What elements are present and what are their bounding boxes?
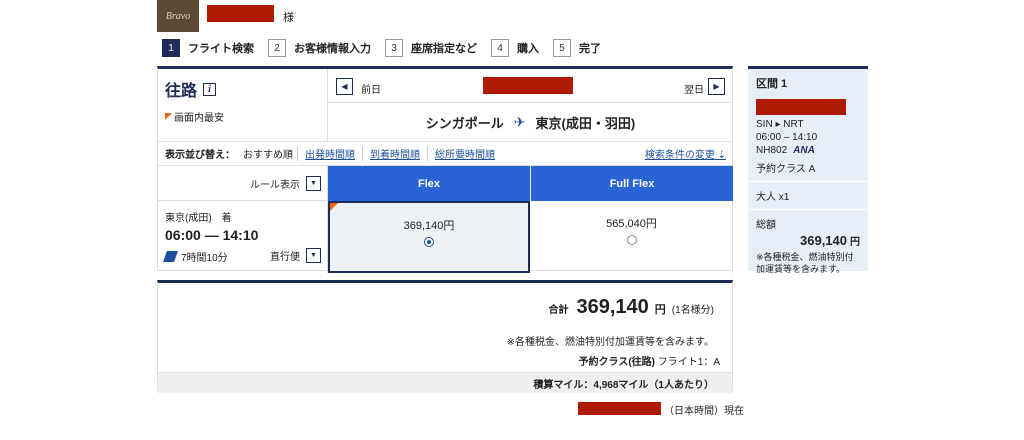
flight-number: NH802: [756, 145, 788, 156]
step-flight-search: 1 フライト検索: [162, 39, 254, 57]
timestamp-suffix: （日本時間）現在: [664, 406, 744, 417]
direct-flight-label: 直行便: [270, 252, 300, 263]
step-number: 1: [162, 39, 180, 57]
total-panel: 合計 369,140 円 (1名様分) ※各種税金、燃油特別付加運賃等を含みます…: [157, 280, 733, 393]
booking-class-label: 予約クラス(往路): [578, 357, 655, 368]
accrued-miles: 積算マイル：4,968マイル（1人あたり）: [158, 372, 732, 393]
next-day-button[interactable]: ▶: [708, 78, 725, 95]
cheapest-legend: 画面内最安: [165, 109, 224, 124]
tax-note: ※各種税金、燃油特別付加運賃等を含みます。: [506, 337, 714, 348]
fare-price-full-flex: 565,040円: [606, 218, 657, 230]
direct-flight: 直行便 ▼: [270, 248, 321, 263]
step-label: 完了: [579, 43, 601, 55]
redacted-segment-date: [756, 99, 846, 115]
total-currency: 円: [654, 304, 666, 316]
info-icon[interactable]: i: [203, 82, 217, 96]
direction-title: 往路 i: [165, 77, 217, 101]
airline-logo: ANA: [793, 145, 815, 156]
cheapest-marker-icon: [165, 113, 172, 120]
step-label: 購入: [517, 43, 539, 55]
sort-departure-time[interactable]: 出発時間順: [297, 146, 362, 161]
step-passenger-info: 2 お客様情報入力: [268, 39, 371, 57]
sort-total-duration[interactable]: 総所要時間順: [427, 146, 502, 161]
sort-bar: 表示並び替え： おすすめ順 出発時間順 到着時間順 総所要時間順 検索条件の変更…: [158, 141, 733, 166]
segment-flight: NH802 ANA: [756, 145, 860, 156]
direction-title-text: 往路: [165, 83, 198, 100]
sort-current: おすすめ順: [243, 150, 293, 161]
rule-display-label: ルール表示: [250, 179, 300, 191]
booking-class-value: フライト1：A: [657, 357, 720, 368]
sum-label: 総額: [756, 220, 776, 231]
brand-logo: Bravo: [157, 0, 199, 32]
price-summary: 総額 369,140 円 ※各種税金、燃油特別付加運賃等を含みます。: [748, 210, 868, 281]
sort-label: 表示並び替え：: [165, 150, 235, 161]
progress-steps: 1 フライト検索 2 お客様情報入力 3 座席指定など 4 購入 5 完了: [162, 38, 615, 58]
fare-option-flex[interactable]: 369,140円: [328, 201, 530, 273]
arrival-airport: 東京(成田) 着: [165, 213, 232, 224]
booking-class-line: 予約クラス(往路) フライト1：A: [579, 353, 720, 368]
segment-times: 06:00 – 14:10: [756, 132, 818, 143]
flight-times: 06:00 — 14:10: [165, 227, 259, 243]
date-nav: ◀ 前日 翌日 ▶: [328, 69, 733, 103]
step-purchase: 4 購入: [491, 39, 539, 57]
fare-header-full-flex: Full Flex: [531, 166, 733, 201]
change-search-conditions-link[interactable]: 検索条件の変更 ⇣: [645, 146, 726, 161]
segment-booking-class: 予約クラス A: [756, 164, 816, 175]
route-heading: シンガポール ✈ 東京(成田・羽田): [328, 103, 733, 141]
direction-title-block: 往路 i 画面内最安: [158, 69, 328, 141]
passenger-summary: 大人 x1: [748, 182, 868, 210]
destination-city: 東京(成田・羽田): [535, 115, 636, 131]
step-label: 座席指定など: [411, 43, 477, 55]
redacted-user-name: [207, 5, 274, 22]
duration-text: 7時間10分: [181, 253, 228, 264]
total-line: 合計 369,140 円 (1名様分): [548, 296, 714, 319]
total-per-person: (1名様分): [671, 305, 714, 316]
step-label: お客様情報入力: [294, 43, 371, 55]
step-number: 3: [385, 39, 403, 57]
step-number: 5: [553, 39, 571, 57]
fare-price-flex: 369,140円: [403, 220, 455, 232]
flight-info-cell: 東京(成田) 着 06:00 — 14:10 7時間10分 直行便 ▼: [158, 201, 328, 273]
cheapest-marker-icon: [330, 203, 338, 211]
fare-header-flex: Flex: [328, 166, 530, 201]
origin-city: シンガポール: [425, 115, 504, 131]
step-complete: 5 完了: [553, 39, 601, 57]
step-seat-selection: 3 座席指定など: [385, 39, 477, 57]
sort-arrival-time[interactable]: 到着時間順: [362, 146, 427, 161]
step-number: 2: [268, 39, 286, 57]
fare-radio-full-flex[interactable]: [626, 235, 637, 245]
prev-day-button[interactable]: ◀: [336, 78, 353, 95]
total-label: 合計: [548, 305, 569, 316]
fare-radio-flex[interactable]: [424, 237, 434, 247]
segment-summary: 区間 1 SIN ▸ NRT 06:00 – 14:10 NH802 ANA 予…: [748, 69, 868, 182]
step-label: フライト検索: [188, 43, 254, 55]
prev-day-label[interactable]: 前日: [361, 81, 381, 96]
total-amount: 369,140: [576, 296, 649, 318]
airline-logo-icon: [162, 251, 179, 262]
cheapest-label: 画面内最安: [174, 113, 224, 124]
honorific: 様: [283, 12, 294, 24]
step-number: 4: [491, 39, 509, 57]
redacted-timestamp: [578, 402, 661, 415]
sum-amount-line: 369,140 円: [756, 233, 860, 248]
redacted-date: [483, 77, 573, 94]
segment-route: SIN ▸ NRT: [756, 119, 804, 130]
sum-tax-note: ※各種税金、燃油特別付加運賃等を含みます。: [756, 252, 854, 274]
sum-amount: 369,140: [800, 233, 847, 248]
next-day-label[interactable]: 翌日: [684, 81, 704, 96]
fare-option-full-flex[interactable]: 565,040円: [531, 201, 733, 273]
plane-icon: ✈: [513, 113, 526, 130]
sum-currency: 円: [850, 237, 860, 248]
rule-display-dropdown-button[interactable]: ▼: [306, 175, 321, 191]
change-search-conditions-label: 検索条件の変更: [644, 150, 715, 161]
summary-sidebar: 区間 1 SIN ▸ NRT 06:00 – 14:10 NH802 ANA 予…: [748, 66, 868, 274]
passenger-count: 大人 x1: [756, 192, 790, 203]
flight-panel: 往路 i 画面内最安 ◀ 前日 翌日 ▶ シンガポール ✈ 東京(成田・羽田) …: [157, 66, 733, 273]
download-arrow-icon: ⇣: [717, 150, 726, 161]
flight-duration: 7時間10分: [162, 249, 228, 264]
segment-title: 区間 1: [756, 78, 788, 90]
flight-details-dropdown-button[interactable]: ▼: [306, 248, 321, 263]
rule-display-cell: ルール表示 ▼: [158, 166, 328, 201]
